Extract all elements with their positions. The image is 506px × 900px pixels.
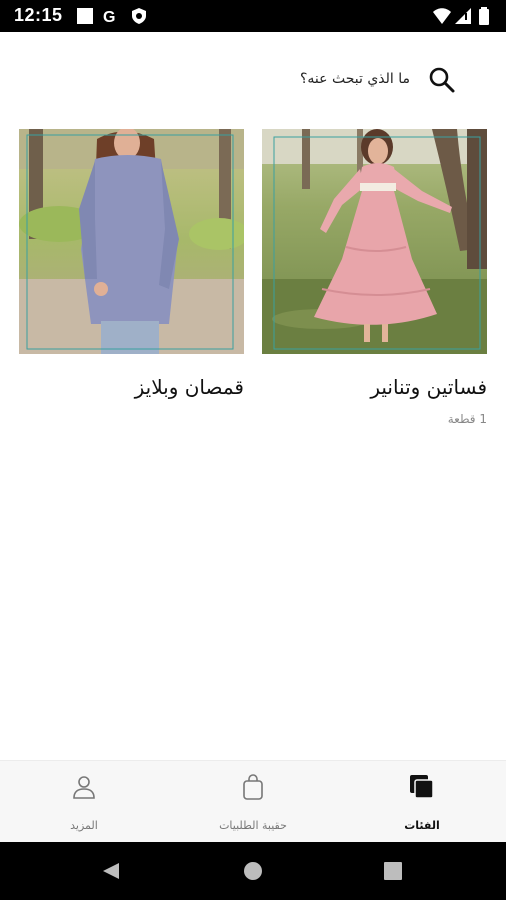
- search-placeholder[interactable]: ما الذي تبحث عنه؟: [300, 71, 410, 87]
- category-item-count: 1 قطعة: [447, 412, 487, 426]
- woman-in-blue-blouse-photo[interactable]: [19, 129, 244, 354]
- nav-item-order-bag[interactable]: حقيبة الطلبيات: [169, 761, 337, 843]
- nav-label: الفئات: [404, 819, 440, 832]
- shopping-bag-icon[interactable]: [239, 773, 267, 805]
- search-icon[interactable]: [428, 66, 456, 98]
- person-icon[interactable]: [70, 773, 98, 805]
- search-bar[interactable]: ما الذي تبحث عنه؟: [0, 62, 506, 98]
- bottom-navigation: الفئات حقيبة الطلبيات المزيد: [0, 760, 506, 843]
- back-icon[interactable]: [101, 861, 121, 885]
- category-card-dresses[interactable]: فساتين وتنانير 1 قطعة: [262, 129, 487, 426]
- signal-icon: [454, 7, 472, 29]
- status-bar: 12:15 G: [0, 0, 506, 32]
- shield-icon: [130, 7, 148, 29]
- category-title[interactable]: فساتين وتنانير: [370, 375, 487, 399]
- nav-label: المزيد: [70, 819, 98, 832]
- nav-item-categories[interactable]: الفئات: [338, 761, 506, 843]
- system-navigation-bar: [0, 842, 506, 900]
- google-icon: G: [102, 7, 120, 29]
- nav-label: حقيبة الطلبيات: [219, 819, 287, 832]
- wifi-icon: [432, 7, 452, 29]
- woman-in-pink-dress-photo[interactable]: [262, 129, 487, 354]
- status-time: 12:15: [14, 5, 63, 25]
- home-icon[interactable]: [243, 861, 263, 885]
- categories-icon[interactable]: [408, 773, 436, 805]
- category-card-blouses[interactable]: قمصان وبلايز: [19, 129, 244, 399]
- nav-item-more[interactable]: المزيد: [0, 761, 168, 843]
- category-title[interactable]: قمصان وبلايز: [135, 375, 244, 399]
- svg-text:G: G: [103, 9, 115, 25]
- square-notification-icon: [76, 7, 94, 29]
- recents-icon[interactable]: [384, 862, 402, 884]
- battery-icon: [478, 7, 490, 29]
